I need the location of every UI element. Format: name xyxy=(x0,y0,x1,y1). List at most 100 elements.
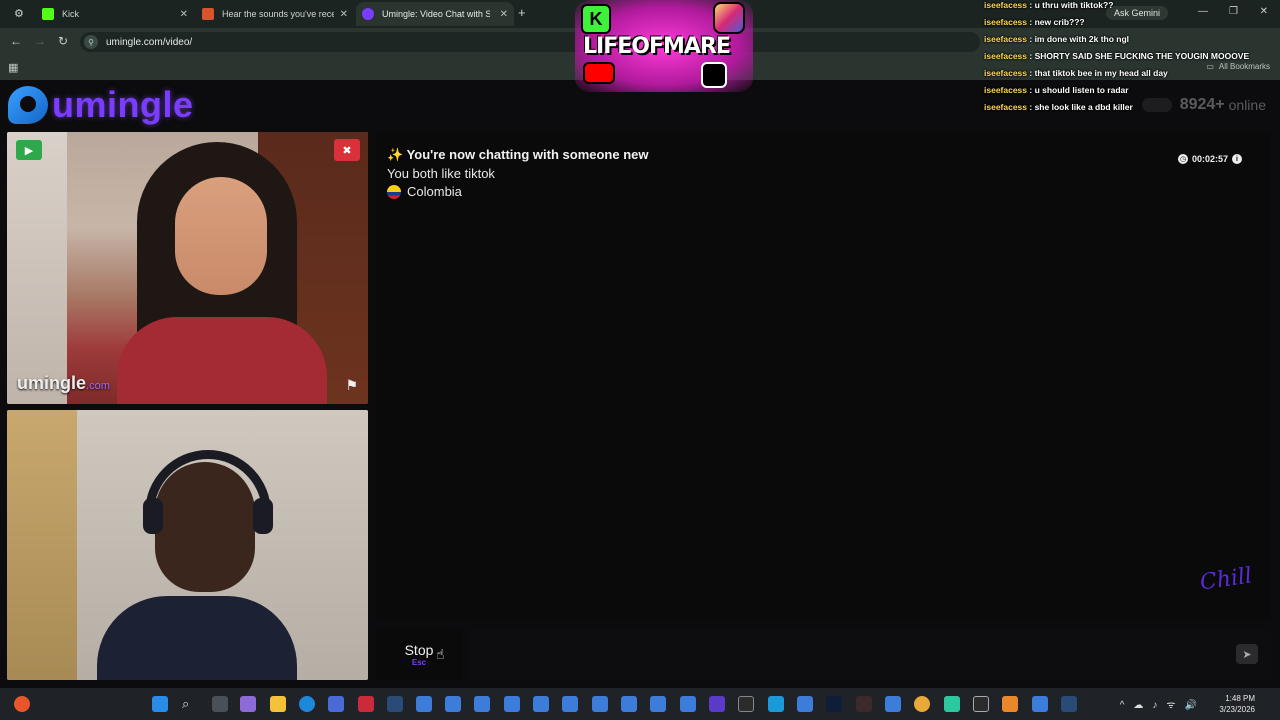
apps-grid-icon[interactable]: ▦ xyxy=(8,61,18,74)
app-icon[interactable] xyxy=(1032,696,1048,712)
timer-value: 00:02:57 xyxy=(1191,154,1228,164)
firefox-icon[interactable] xyxy=(14,696,30,712)
task-view-icon[interactable] xyxy=(212,696,228,712)
close-icon[interactable]: ✕ xyxy=(180,9,188,20)
tab-label: Umingle: Video Chat with Str xyxy=(382,9,490,19)
chat-text: : she look like a dbd killer xyxy=(1027,102,1133,112)
new-tab-plus-icon[interactable]: + xyxy=(518,5,526,20)
tiktok-logo-icon xyxy=(701,62,727,88)
obs-icon[interactable] xyxy=(973,696,989,712)
mouse-cursor-icon: ☝ xyxy=(436,646,445,662)
app-icon[interactable] xyxy=(445,696,461,712)
chat-username: iseefacess xyxy=(984,51,1028,61)
logo-wordmark: umingle xyxy=(52,84,194,125)
app-icon[interactable] xyxy=(533,696,549,712)
vlc-icon[interactable] xyxy=(1002,696,1018,712)
steam-icon[interactable] xyxy=(387,696,403,712)
overlay-chat-message: iseefacess : SHORTY SAID SHE FUCKING THE… xyxy=(984,51,1280,68)
app-icon[interactable] xyxy=(504,696,520,712)
tab-label: Kick xyxy=(62,9,80,19)
chrome-icon[interactable] xyxy=(914,696,930,712)
chrome-menu-icon[interactable]: ⚙ xyxy=(14,7,24,20)
app-icon[interactable] xyxy=(562,696,578,712)
close-icon[interactable]: ✕ xyxy=(340,9,348,20)
stop-label: Stop xyxy=(404,641,434,658)
steam-icon[interactable] xyxy=(1061,696,1077,712)
app-icon[interactable] xyxy=(944,696,960,712)
app-icon[interactable] xyxy=(650,696,666,712)
stranger-video: ▶ ✖ umingle.com ⚑ xyxy=(7,132,368,404)
chat-username: iseefacess xyxy=(984,85,1028,95)
stranger-face xyxy=(175,177,267,295)
headset-ear xyxy=(253,498,273,534)
store-icon[interactable] xyxy=(328,696,344,712)
video-watermark: umingle.com xyxy=(17,373,110,394)
app-icon[interactable] xyxy=(416,696,432,712)
app-icon[interactable] xyxy=(621,696,637,712)
capcut-icon[interactable] xyxy=(738,696,754,712)
app-icon[interactable] xyxy=(592,696,608,712)
stop-button[interactable]: Stop Esc xyxy=(376,628,462,680)
windows-start-icon[interactable] xyxy=(152,696,168,712)
chat-text: : u thru with tiktok?? xyxy=(1027,0,1114,10)
chat-text: : that tiktok bee in my head all day xyxy=(1027,68,1168,78)
umingle-logo[interactable]: umingle xyxy=(8,86,194,124)
clock[interactable]: 1:48 PM 3/23/2026 xyxy=(1219,693,1255,715)
edge-icon[interactable] xyxy=(299,696,315,712)
self-figure xyxy=(97,596,297,680)
windows-taskbar: ⌕ ^☁♪ᯤ🔊 1:48 PM 3/23/2026 xyxy=(0,688,1280,720)
antivirus-icon[interactable] xyxy=(358,696,374,712)
chat-text: : im done with 2k tho ngl xyxy=(1027,34,1130,44)
overlay-chat-message: iseefacess : new crib??? xyxy=(984,17,1280,34)
watermark-name: umingle xyxy=(17,373,87,393)
info-icon[interactable]: i xyxy=(1232,154,1242,164)
app-icon[interactable] xyxy=(680,696,696,712)
instagram-logo-icon xyxy=(713,2,745,34)
forward-arrow-icon[interactable]: → xyxy=(34,34,46,48)
app-icon[interactable] xyxy=(885,696,901,712)
tab-kick[interactable]: Kick ✕ xyxy=(36,2,194,26)
chat-username: iseefacess xyxy=(984,0,1028,10)
report-flag-icon[interactable]: ⚑ xyxy=(345,377,358,394)
stream-chat-overlay: iseefacess : u thru with tiktok?? iseefa… xyxy=(984,0,1280,119)
reload-icon[interactable]: ↻ xyxy=(58,34,68,48)
watermark-domain: .com xyxy=(86,380,110,392)
tab-umingle[interactable]: Umingle: Video Chat with Str ✕ xyxy=(356,2,514,26)
chat-text: : u should listen to radar xyxy=(1027,85,1129,95)
play-icon[interactable]: ▶ xyxy=(16,140,42,160)
site-info-icon[interactable]: ⚲ xyxy=(84,35,98,49)
send-icon[interactable]: ➤ xyxy=(1236,644,1258,664)
clock-icon: ◷ xyxy=(1177,154,1188,164)
chat-text: : SHORTY SAID SHE FUCKING THE YOUGIN MOO… xyxy=(1027,51,1250,61)
file-explorer-icon[interactable] xyxy=(270,696,286,712)
search-icon[interactable]: ⌕ xyxy=(182,696,198,712)
copilot-icon[interactable] xyxy=(240,696,256,712)
chat-username: iseefacess xyxy=(984,68,1028,78)
back-arrow-icon[interactable]: ← xyxy=(10,34,22,48)
self-video xyxy=(7,410,368,680)
stream-overlay-logo: K LIFEOFMARE xyxy=(575,0,753,92)
tab-label: Hear the sounds you've recently... xyxy=(222,9,334,19)
close-icon[interactable]: ✕ xyxy=(500,9,508,20)
page-favicon-icon xyxy=(202,8,214,20)
omnibox[interactable]: ⚲ umingle.com/video/ xyxy=(80,32,980,52)
tab-sounds[interactable]: Hear the sounds you've recently... ✕ xyxy=(196,2,354,26)
app-icon[interactable] xyxy=(709,696,725,712)
stranger-figure xyxy=(117,317,327,404)
chat-username: iseefacess xyxy=(984,34,1028,44)
umingle-page: umingle 8924+ online ▶ ✖ umingle.com ⚑ ✨… xyxy=(0,80,1280,688)
message-input[interactable]: ➤ xyxy=(468,628,1270,680)
camera-off-icon[interactable]: ✖ xyxy=(334,139,360,161)
url-text[interactable]: umingle.com/video/ xyxy=(106,37,192,48)
system-tray[interactable]: ^☁♪ᯤ🔊 xyxy=(1120,697,1206,711)
app-icon[interactable] xyxy=(474,696,490,712)
app-icon[interactable] xyxy=(797,696,813,712)
umingle-logo-icon xyxy=(8,86,48,124)
chat-panel: ✨ You're now chatting with someone new Y… xyxy=(376,132,1270,620)
common-interest: You both like tiktok xyxy=(387,166,495,181)
facebook-icon[interactable] xyxy=(768,696,784,712)
photoshop-icon[interactable] xyxy=(826,696,842,712)
umingle-favicon-icon xyxy=(362,8,374,20)
app-icon[interactable] xyxy=(856,696,872,712)
overlay-chat-message: iseefacess : u thru with tiktok?? xyxy=(984,0,1280,17)
